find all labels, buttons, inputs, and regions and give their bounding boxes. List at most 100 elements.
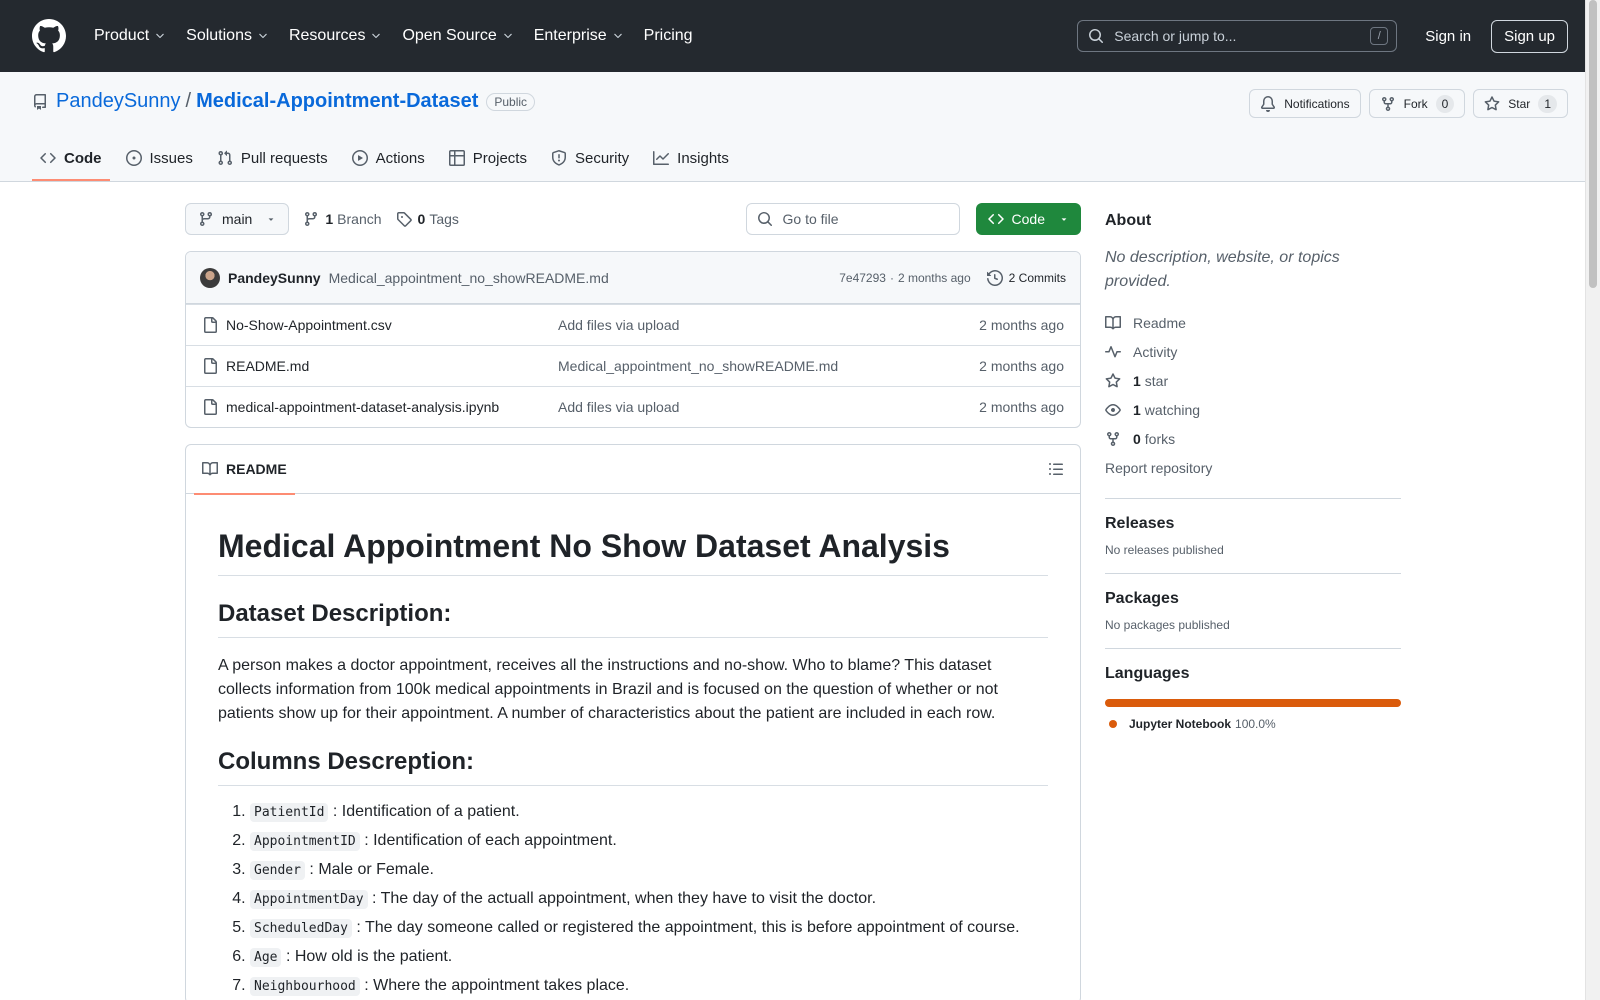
commit-author-link[interactable]: PandeySunny bbox=[228, 270, 321, 286]
go-to-file-input[interactable]: Go to file bbox=[745, 202, 960, 235]
list-item: PatientId : Identification of a patient. bbox=[250, 802, 1048, 823]
sign-up-button[interactable]: Sign up bbox=[1491, 19, 1568, 53]
language-item[interactable]: Jupyter Notebook 100.0% bbox=[1105, 717, 1401, 731]
repo-icon bbox=[34, 93, 46, 110]
file-row[interactable]: No-Show-Appointment.csv Add files via up… bbox=[186, 304, 1080, 345]
forks-link[interactable]: 0 forks bbox=[1105, 424, 1401, 453]
nav-open-source[interactable]: Open Source bbox=[394, 19, 521, 53]
tab-projects[interactable]: Projects bbox=[441, 135, 535, 181]
caret-down-icon bbox=[269, 217, 274, 221]
column-code: Neighbourhood bbox=[250, 977, 360, 996]
repo-actions: Notifications Fork 0 Star 1 bbox=[1249, 89, 1568, 118]
tab-security[interactable]: Security bbox=[543, 135, 637, 181]
notifications-button[interactable]: Notifications bbox=[1249, 89, 1361, 118]
fork-button[interactable]: Fork 0 bbox=[1368, 89, 1466, 118]
readme-panel: README Medical Appointment No Show Datas… bbox=[185, 444, 1081, 1000]
report-repository-link[interactable]: Report repository bbox=[1105, 453, 1401, 482]
tab-actions[interactable]: Actions bbox=[344, 135, 433, 181]
header-actions: Search or jump to... / Sign in Sign up bbox=[1077, 19, 1568, 53]
visibility-badge: Public bbox=[486, 92, 536, 111]
commits-history-link[interactable]: 2 Commits bbox=[986, 269, 1066, 286]
github-logo-icon[interactable] bbox=[32, 19, 66, 53]
nav-product[interactable]: Product bbox=[86, 19, 174, 53]
readme-link[interactable]: Readme bbox=[1105, 308, 1401, 337]
branch-icon bbox=[305, 211, 318, 226]
file-name-link[interactable]: No-Show-Appointment.csv bbox=[226, 317, 558, 333]
watchers-link[interactable]: 1 watching bbox=[1105, 395, 1401, 424]
file-commit-message[interactable]: Add files via upload bbox=[558, 317, 979, 333]
outline-list-icon[interactable] bbox=[1048, 461, 1064, 477]
tab-code[interactable]: Code bbox=[32, 135, 110, 181]
branch-count: 1 bbox=[325, 210, 334, 227]
tag-icon bbox=[396, 211, 412, 227]
column-desc: : Identification of each appointment. bbox=[364, 832, 617, 849]
file-name-link[interactable]: medical-appointment-dataset-analysis.ipy… bbox=[226, 399, 558, 415]
releases-heading[interactable]: Releases bbox=[1105, 505, 1401, 533]
chevron-down-icon bbox=[156, 33, 164, 39]
tags-link[interactable]: 0 Tags bbox=[396, 211, 459, 227]
nav-pricing[interactable]: Pricing bbox=[636, 19, 701, 53]
readme-title: Medical Appointment No Show Dataset Anal… bbox=[218, 528, 1048, 576]
code-button-label: Code bbox=[1011, 210, 1045, 227]
repo-nav: Code Issues Pull requests Actions Projec… bbox=[32, 135, 745, 181]
file-date: 2 months ago bbox=[979, 317, 1064, 333]
readme-tab[interactable]: README bbox=[194, 445, 295, 495]
repo-name-link[interactable]: Medical-Appointment-Dataset bbox=[196, 90, 478, 113]
latest-commit-bar: PandeySunny Medical_appointment_no_showR… bbox=[186, 252, 1080, 304]
top-nav: Product Solutions Resources Open Source … bbox=[86, 19, 705, 53]
branches-link[interactable]: 1 Branch bbox=[303, 210, 382, 227]
tab-pull-requests[interactable]: Pull requests bbox=[209, 135, 336, 181]
nav-resources[interactable]: Resources bbox=[281, 19, 390, 53]
nav-label: Open Source bbox=[402, 27, 497, 44]
column-code: Gender bbox=[250, 861, 305, 880]
scrollbar-thumb[interactable] bbox=[1589, 0, 1597, 288]
file-row[interactable]: README.md Medical_appointment_no_showREA… bbox=[186, 345, 1080, 386]
global-search-input[interactable]: Search or jump to... / bbox=[1077, 20, 1398, 52]
tab-label: Actions bbox=[375, 149, 425, 167]
commit-message-link[interactable]: Medical_appointment_no_showREADME.md bbox=[329, 270, 609, 286]
nav-label: Enterprise bbox=[533, 27, 607, 44]
sign-in-link[interactable]: Sign in bbox=[1413, 28, 1483, 45]
list-item: Gender : Male or Female. bbox=[250, 860, 1048, 881]
column-code: ScheduledDay bbox=[250, 919, 352, 938]
nav-label: Resources bbox=[288, 27, 366, 44]
play-icon bbox=[351, 150, 368, 166]
commit-dot-separator: · bbox=[889, 270, 894, 285]
stars-link[interactable]: 1 star bbox=[1105, 366, 1401, 395]
commit-sha-link[interactable]: 7e47293 bbox=[839, 271, 886, 285]
code-dropdown-button[interactable]: Code bbox=[975, 202, 1081, 235]
readme-link-label: Readme bbox=[1133, 314, 1186, 331]
tab-label: Pull requests bbox=[240, 149, 328, 167]
file-name-link[interactable]: README.md bbox=[226, 358, 558, 374]
page-scrollbar[interactable] bbox=[1585, 0, 1600, 1000]
file-commit-message[interactable]: Add files via upload bbox=[558, 399, 979, 415]
nav-enterprise[interactable]: Enterprise bbox=[526, 19, 632, 53]
fork-label: Fork bbox=[1403, 96, 1428, 111]
branch-selector-button[interactable]: main bbox=[185, 202, 290, 235]
nav-solutions[interactable]: Solutions bbox=[178, 19, 277, 53]
languages-section: Languages Jupyter Notebook 100.0% bbox=[1105, 648, 1401, 731]
file-commit-message[interactable]: Medical_appointment_no_showREADME.md bbox=[558, 358, 979, 374]
repo-header: PandeySunny / Medical-Appointment-Datase… bbox=[0, 72, 1600, 182]
activity-link[interactable]: Activity bbox=[1105, 337, 1401, 366]
tab-issues[interactable]: Issues bbox=[118, 135, 201, 181]
readme-section-heading: Dataset Description: bbox=[218, 600, 1048, 638]
star-counter: 1 bbox=[1538, 94, 1557, 113]
file-row[interactable]: medical-appointment-dataset-analysis.ipy… bbox=[186, 386, 1080, 427]
pulse-icon bbox=[1105, 345, 1121, 357]
chevron-down-icon bbox=[372, 33, 381, 39]
repo-owner-link[interactable]: PandeySunny bbox=[56, 90, 181, 113]
tab-label: Projects bbox=[472, 149, 527, 167]
star-icon bbox=[1484, 95, 1500, 110]
global-header: Product Solutions Resources Open Source … bbox=[0, 0, 1600, 72]
author-avatar[interactable] bbox=[200, 267, 220, 288]
chevron-down-icon bbox=[259, 33, 267, 39]
packages-text: No packages published bbox=[1105, 618, 1230, 632]
tab-label: Insights bbox=[677, 149, 729, 167]
history-icon bbox=[986, 269, 1003, 286]
star-button[interactable]: Star 1 bbox=[1473, 89, 1568, 118]
file-toolbar: main 1 Branch 0 Tags Go to file Code bbox=[185, 202, 1081, 235]
pull-request-icon bbox=[218, 150, 232, 166]
packages-heading[interactable]: Packages bbox=[1105, 580, 1401, 608]
tab-insights[interactable]: Insights bbox=[645, 135, 737, 181]
